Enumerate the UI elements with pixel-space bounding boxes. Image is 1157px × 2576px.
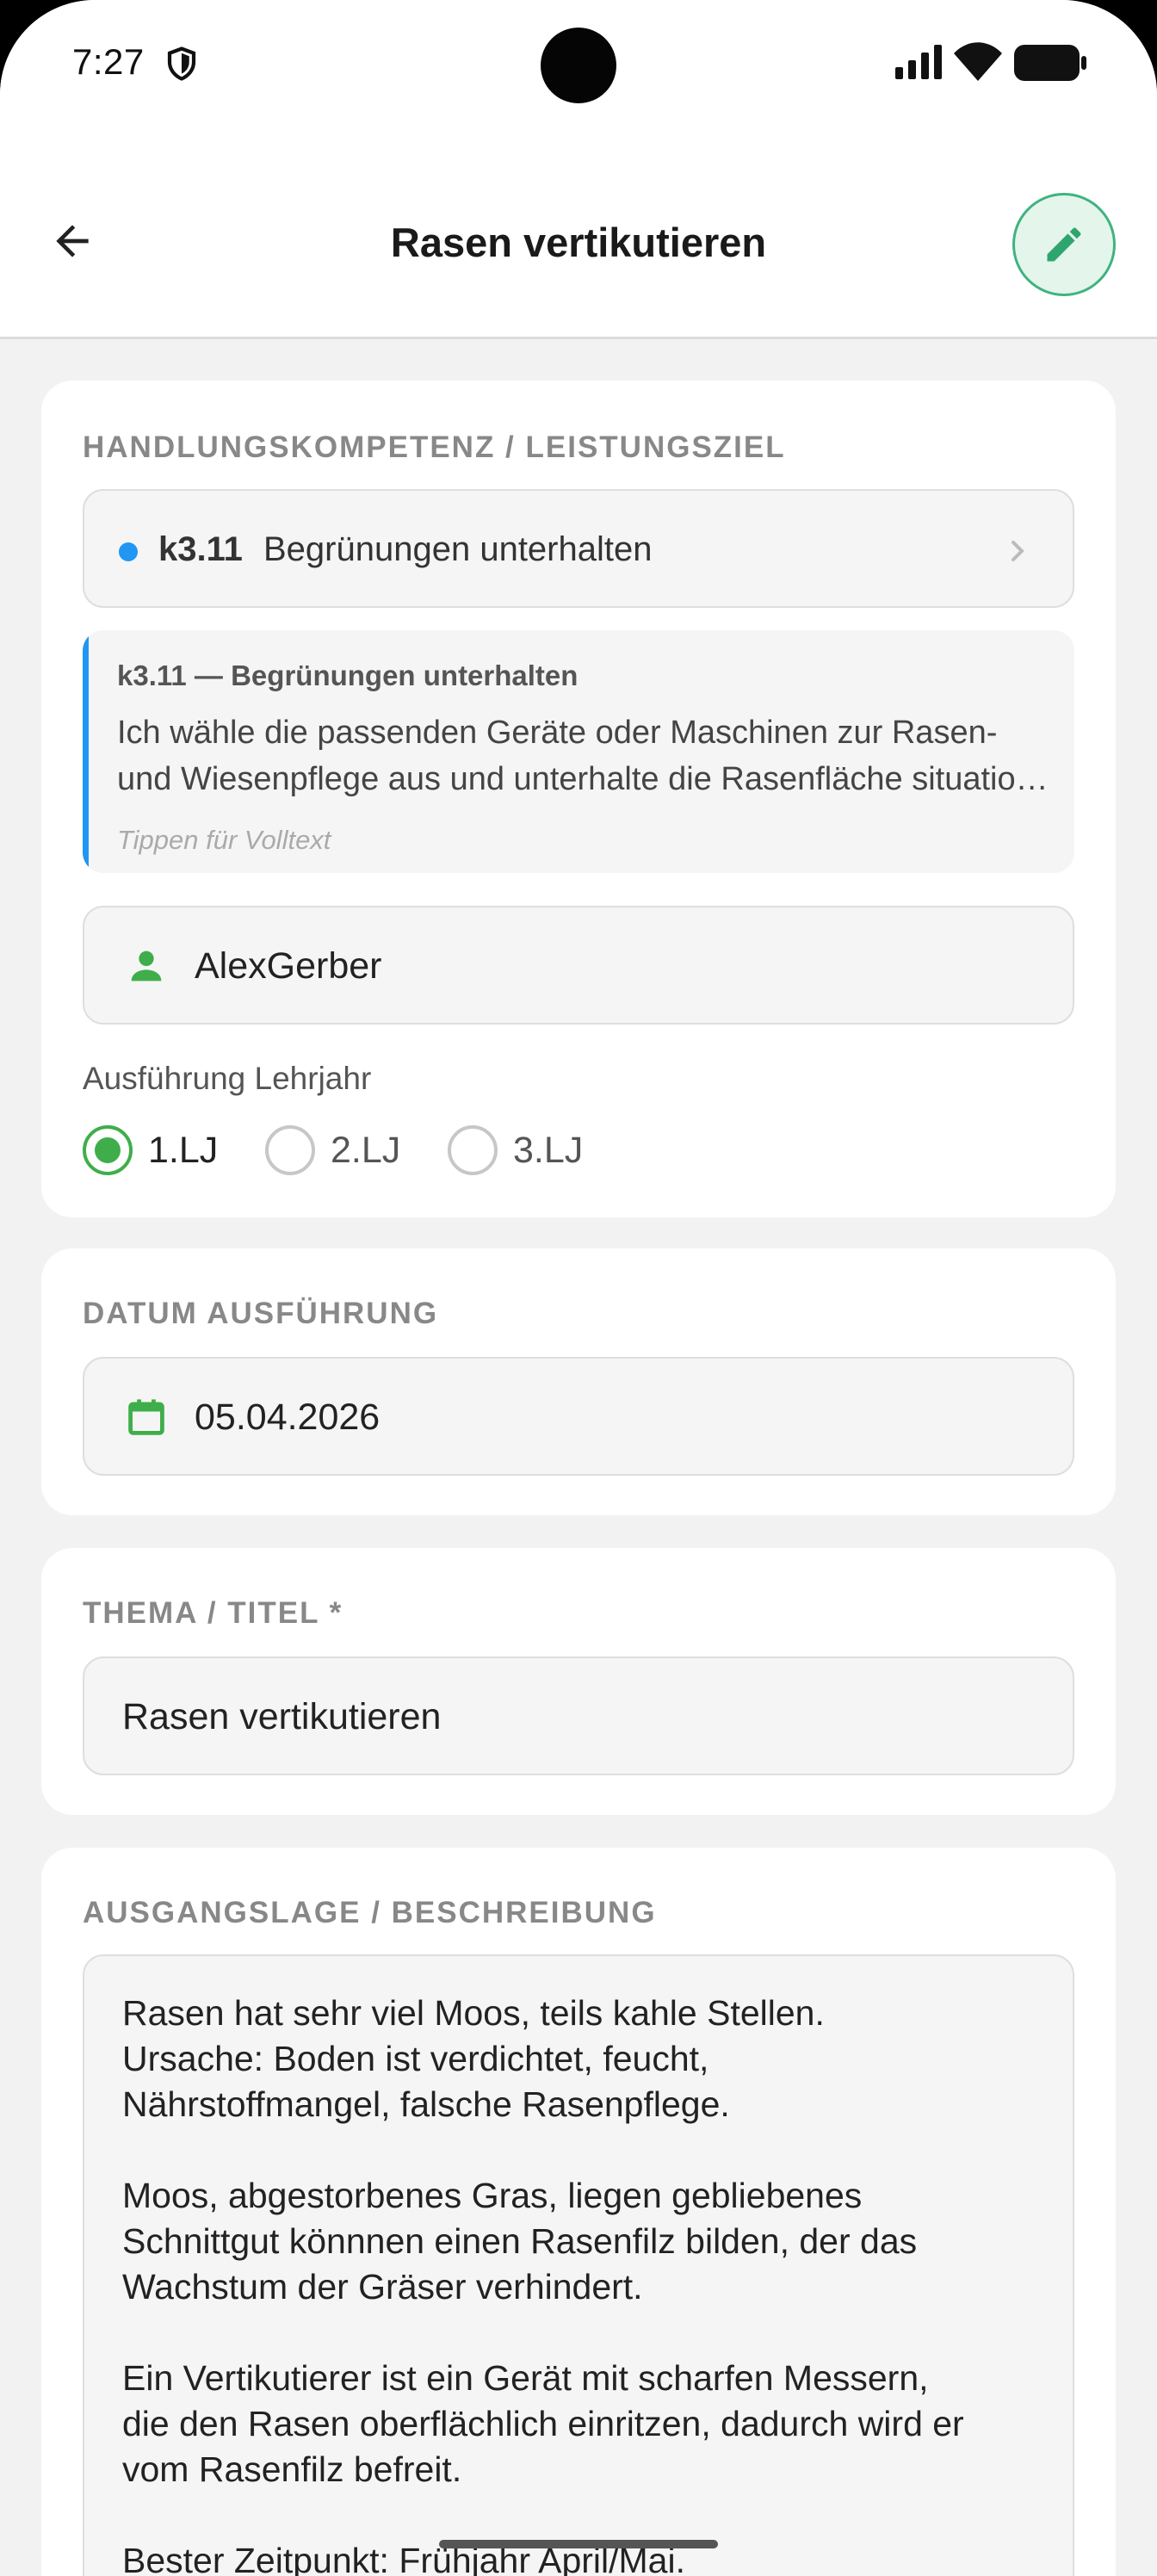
- detail-title: k3.11 — Begrünungen unterhalten: [117, 659, 578, 691]
- signal-icon: [895, 45, 942, 79]
- screen: 7:27 Rasen vertikutieren HANDLUNGSKOMPET…: [0, 0, 1157, 2576]
- date-card: DATUM AUSFÜHRUNG 05.04.2026: [41, 1248, 1116, 1515]
- radio-label: 1.LJ: [148, 1129, 219, 1171]
- wifi-icon: [954, 42, 1002, 81]
- quote-accent-bar: [83, 630, 89, 873]
- year-label: Ausführung Lehrjahr: [83, 1061, 372, 1096]
- competence-detail[interactable]: k3.11 — Begrünungen unterhalten Ich wähl…: [83, 630, 1074, 873]
- section-label: AUSGANGSLAGE / BESCHREIBUNG: [83, 1896, 657, 1929]
- radio-button[interactable]: [265, 1125, 315, 1175]
- detail-line: und Wiesenpflege aus und unterhalte die …: [117, 761, 1055, 797]
- competence-card: HANDLUNGSKOMPETENZ / LEISTUNGSZIEL k3.11…: [41, 381, 1116, 1217]
- shield-icon: [167, 46, 196, 81]
- edit-button[interactable]: [1012, 193, 1116, 296]
- radio-label: 3.LJ: [513, 1129, 584, 1171]
- competence-code: k3.11: [158, 530, 243, 568]
- camera-cutout: [541, 28, 616, 103]
- title-card: THEMA / TITEL * Rasen vertikutieren: [41, 1548, 1116, 1815]
- competence-name: Begrünungen unterhalten: [263, 530, 653, 568]
- radio-year-2[interactable]: 2.LJ: [265, 1124, 400, 1176]
- status-dot: [119, 542, 138, 561]
- date-value: 05.04.2026: [195, 1396, 381, 1438]
- pencil-icon: [1047, 227, 1081, 262]
- calendar-icon: [128, 1399, 164, 1435]
- page-title: Rasen vertikutieren: [390, 220, 767, 265]
- section-label: THEMA / TITEL *: [83, 1596, 343, 1630]
- description-text: Rasen hat sehr viel Moos, teils kahle St…: [122, 1993, 964, 2576]
- person-name: AlexGerber: [195, 945, 382, 987]
- radio-year-1[interactable]: 1.LJ: [83, 1124, 218, 1176]
- description-textarea[interactable]: Rasen hat sehr viel Moos, teils kahle St…: [83, 1954, 1074, 2576]
- radio-button[interactable]: [448, 1125, 498, 1175]
- detail-text: Ich wähle die passenden Geräte oder Masc…: [117, 709, 1055, 802]
- section-label: HANDLUNGSKOMPETENZ / LEISTUNGSZIEL: [83, 430, 786, 464]
- radio-button-selected[interactable]: [83, 1125, 133, 1175]
- person-icon: [131, 951, 162, 981]
- competence-selector[interactable]: k3.11 Begrünungen unterhalten: [83, 489, 1074, 608]
- description-card: AUSGANGSLAGE / BESCHREIBUNG Rasen hat se…: [41, 1848, 1116, 2576]
- title-input[interactable]: Rasen vertikutieren: [83, 1656, 1074, 1775]
- radio-label: 2.LJ: [331, 1129, 401, 1171]
- detail-line: Ich wähle die passenden Geräte oder Masc…: [117, 715, 998, 751]
- section-label: DATUM AUSFÜHRUNG: [83, 1297, 439, 1330]
- date-field[interactable]: 05.04.2026: [83, 1357, 1074, 1476]
- chevron-right-icon: [1012, 541, 1024, 561]
- battery-icon: [1014, 45, 1086, 81]
- radio-year-3[interactable]: 3.LJ: [448, 1124, 583, 1176]
- person-field[interactable]: AlexGerber: [83, 906, 1074, 1025]
- top-app-bar: 7:27 Rasen vertikutieren: [0, 0, 1157, 339]
- detail-hint: Tippen für Volltext: [117, 825, 331, 855]
- home-indicator[interactable]: [439, 2540, 718, 2548]
- status-time: 7:27: [72, 41, 145, 82]
- title-value: Rasen vertikutieren: [122, 1696, 442, 1737]
